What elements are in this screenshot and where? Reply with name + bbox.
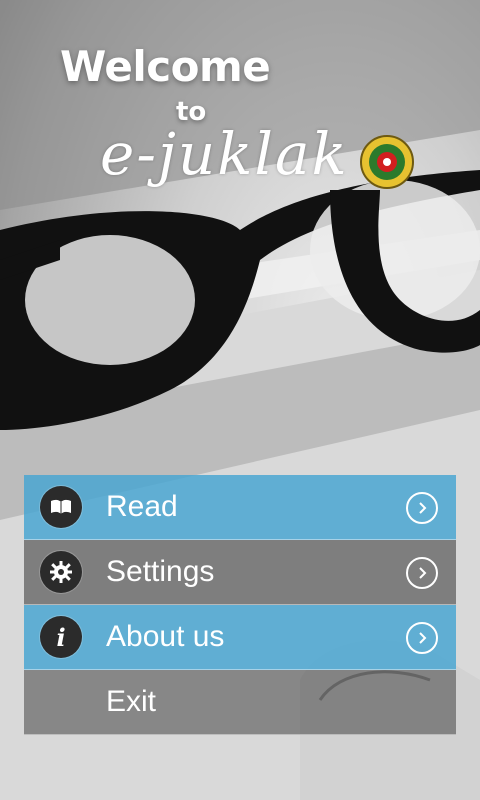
university-logo [357, 134, 417, 190]
app-name-script: e-juklak [100, 120, 349, 188]
info-icon: i [40, 616, 82, 658]
menu-item-exit[interactable]: Exit [24, 670, 456, 735]
exit-icon-placeholder [40, 681, 82, 723]
welcome-title: Welcome [60, 42, 271, 91]
chevron-right-icon [406, 492, 438, 524]
menu-label-read: Read [106, 490, 178, 523]
menu-item-settings[interactable]: Settings [24, 540, 456, 605]
menu-label-about-us: About us [106, 620, 225, 653]
chevron-right-icon [406, 557, 438, 589]
book-icon [40, 486, 82, 528]
menu-label-settings: Settings [106, 555, 215, 588]
gear-icon [40, 551, 82, 593]
menu-item-read[interactable]: Read [24, 475, 456, 540]
main-menu: Read Settings i About us Exit [24, 475, 456, 735]
chevron-right-icon [406, 622, 438, 654]
menu-label-exit: Exit [106, 685, 157, 718]
menu-item-about-us[interactable]: i About us [24, 605, 456, 670]
